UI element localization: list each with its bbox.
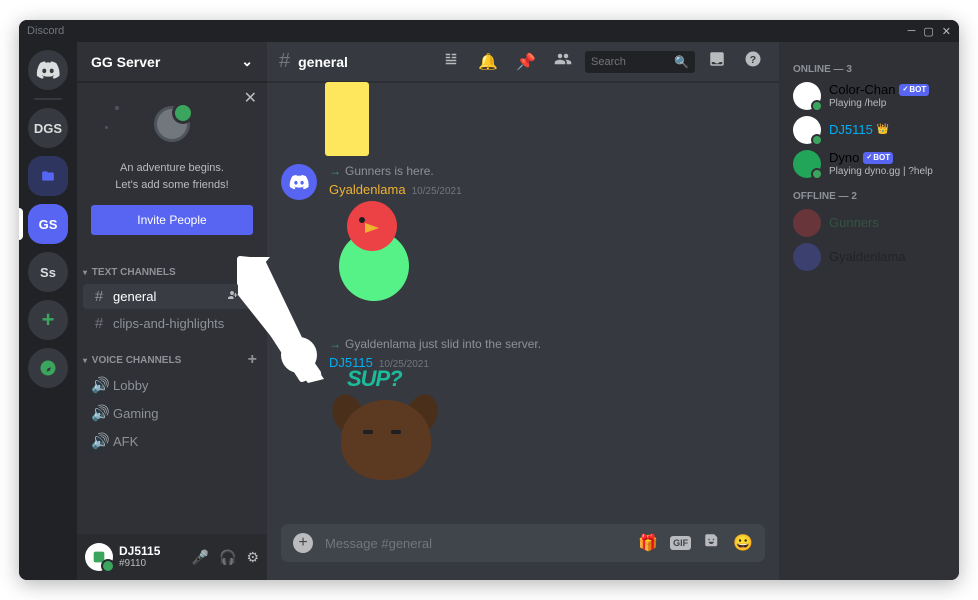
members-icon[interactable] bbox=[549, 50, 577, 73]
online-header: Online — 3 bbox=[787, 54, 951, 79]
member-item[interactable]: Gunners bbox=[787, 206, 951, 240]
minimize-icon[interactable]: ─ bbox=[908, 25, 916, 38]
offline-header: Offline — 2 bbox=[787, 181, 951, 206]
crown-icon: 👑 bbox=[877, 124, 889, 136]
member-item[interactable]: Color-Chan BOT Playing /help bbox=[787, 79, 951, 113]
member-list: Online — 3 Color-Chan BOT Playing /help … bbox=[779, 42, 959, 580]
threads-icon[interactable] bbox=[437, 50, 465, 73]
hash-icon: # bbox=[279, 50, 290, 73]
timestamp: 10/25/2021 bbox=[412, 186, 462, 197]
app-title: Discord bbox=[27, 25, 64, 37]
member-item[interactable]: DJ5115 👑 bbox=[787, 113, 951, 147]
settings-icon[interactable]: ⚙ bbox=[246, 549, 259, 566]
user-panel: DJ5115 #9110 🎤 🎧 ⚙ bbox=[77, 534, 267, 580]
message-embed bbox=[325, 82, 369, 156]
member-avatar bbox=[793, 209, 821, 237]
message-composer: + 🎁 GIF 😀 bbox=[281, 524, 765, 562]
home-button[interactable] bbox=[28, 50, 68, 90]
channel-title: general bbox=[298, 54, 348, 70]
pinned-icon[interactable]: 📌 bbox=[511, 52, 541, 72]
sticker-icon[interactable] bbox=[703, 532, 721, 555]
search-input[interactable] bbox=[591, 56, 670, 68]
server-ss[interactable]: Ss bbox=[28, 252, 68, 292]
gift-icon[interactable]: 🎁 bbox=[638, 533, 658, 553]
voice-lobby[interactable]: 🔊 Lobby bbox=[83, 372, 261, 398]
invite-people-button[interactable]: Invite People bbox=[91, 205, 253, 235]
avatar[interactable] bbox=[281, 164, 317, 200]
welcome-line-2: Let's add some friends! bbox=[115, 179, 228, 191]
server-name: GG Server bbox=[91, 54, 160, 70]
join-arrow-icon: → bbox=[329, 337, 341, 351]
help-icon[interactable]: ? bbox=[739, 50, 767, 73]
sticker-sup: SUP? bbox=[329, 370, 449, 490]
separator bbox=[34, 98, 62, 100]
maximize-icon[interactable]: ▢ bbox=[923, 25, 933, 38]
mute-icon[interactable]: 🎤 bbox=[192, 549, 209, 566]
text-channels-header[interactable]: ▾ Text Channels + bbox=[77, 249, 267, 283]
notifications-icon[interactable]: 🔔 bbox=[473, 52, 503, 72]
author-name[interactable]: Gyaldenlama bbox=[329, 182, 406, 197]
server-list: DGS GS Ss + bbox=[19, 42, 77, 580]
explore-button[interactable] bbox=[28, 348, 68, 388]
svg-text:?: ? bbox=[750, 54, 756, 66]
chevron-down-icon: ⌄ bbox=[241, 53, 253, 70]
server-gs[interactable]: GS bbox=[28, 204, 68, 244]
message-input[interactable] bbox=[325, 536, 626, 551]
voice-channels-header[interactable]: ▾ Voice Channels + bbox=[77, 337, 267, 371]
speaker-icon: 🔊 bbox=[91, 376, 107, 394]
hash-icon: # bbox=[91, 288, 107, 305]
server-dgs[interactable]: DGS bbox=[28, 108, 68, 148]
channel-general[interactable]: # general ⚙ bbox=[83, 284, 261, 309]
user-tag: #9110 bbox=[119, 558, 186, 569]
user-avatar[interactable] bbox=[85, 543, 113, 571]
sticker-bird bbox=[329, 201, 449, 321]
channel-clips[interactable]: # clips-and-highlights bbox=[83, 311, 261, 336]
join-arrow-icon: → bbox=[329, 164, 341, 178]
speaker-icon: 🔊 bbox=[91, 404, 107, 422]
inbox-icon[interactable] bbox=[703, 50, 731, 73]
welcome-line-1: An adventure begins. bbox=[120, 162, 224, 174]
search-box[interactable]: 🔍 bbox=[585, 51, 695, 73]
channel-sidebar: GG Server ⌄ ✕ An adventure begins. Let's… bbox=[77, 42, 267, 580]
server-folder[interactable] bbox=[28, 156, 68, 196]
chat-header: # general 🔔 📌 🔍 ? bbox=[267, 42, 779, 82]
attach-button[interactable]: + bbox=[293, 533, 313, 553]
add-voice-channel-icon[interactable]: + bbox=[248, 351, 257, 369]
channel-settings-icon[interactable]: ⚙ bbox=[242, 289, 253, 304]
add-channel-icon[interactable]: + bbox=[248, 263, 257, 281]
message-item: → Gyaldenlama just slid into the server.… bbox=[281, 329, 765, 498]
member-avatar bbox=[793, 150, 821, 178]
gif-icon[interactable]: GIF bbox=[670, 536, 691, 550]
user-name: DJ5115 bbox=[119, 545, 186, 558]
create-invite-icon[interactable] bbox=[226, 289, 238, 304]
voice-afk[interactable]: 🔊 AFK bbox=[83, 428, 261, 454]
welcome-card: ✕ An adventure begins. Let's add some fr… bbox=[77, 82, 267, 249]
search-icon: 🔍 bbox=[674, 55, 689, 69]
add-server-button[interactable]: + bbox=[28, 300, 68, 340]
close-icon[interactable]: ✕ bbox=[942, 25, 951, 38]
member-item[interactable]: Gyaldenlama bbox=[787, 240, 951, 274]
bot-badge: BOT bbox=[863, 152, 893, 164]
bot-badge: BOT bbox=[899, 84, 929, 96]
titlebar: Discord ─ ▢ ✕ bbox=[19, 20, 959, 42]
member-item[interactable]: Dyno BOT Playing dyno.gg | ?help bbox=[787, 147, 951, 181]
emoji-icon[interactable]: 😀 bbox=[733, 533, 753, 553]
speaker-icon: 🔊 bbox=[91, 432, 107, 450]
hash-icon: # bbox=[91, 315, 107, 332]
message-item: → Gunners is here. Gyaldenlama 10/25/202… bbox=[281, 156, 765, 329]
member-avatar bbox=[793, 243, 821, 271]
message-list: → Gunners is here. Gyaldenlama 10/25/202… bbox=[267, 82, 779, 524]
avatar[interactable] bbox=[281, 337, 317, 373]
deafen-icon[interactable]: 🎧 bbox=[219, 549, 236, 566]
server-header[interactable]: GG Server ⌄ bbox=[77, 42, 267, 82]
voice-gaming[interactable]: 🔊 Gaming bbox=[83, 400, 261, 426]
member-avatar bbox=[793, 116, 821, 144]
member-avatar bbox=[793, 82, 821, 110]
